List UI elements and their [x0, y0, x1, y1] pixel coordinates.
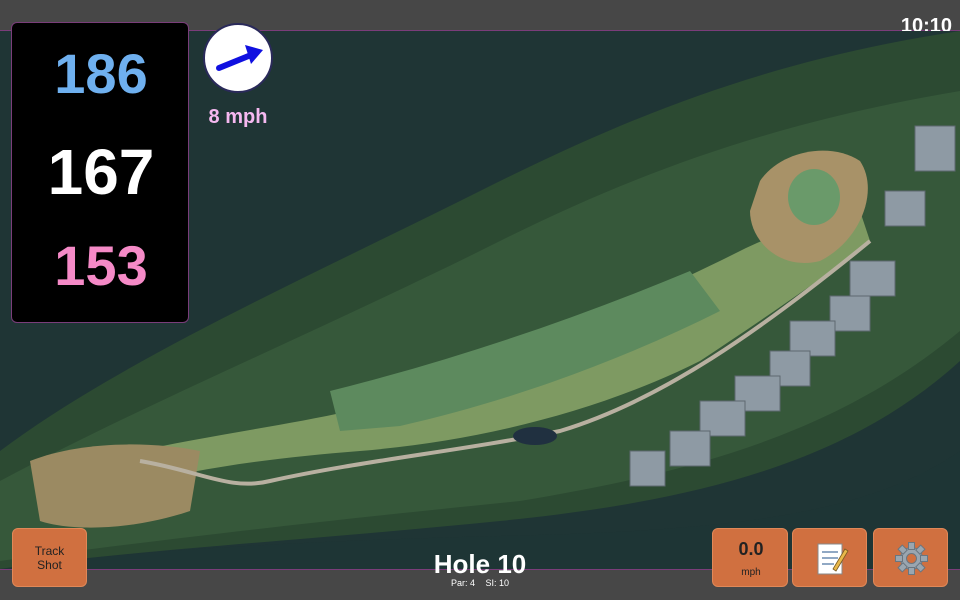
track-shot-label-line2: Shot: [37, 557, 62, 572]
track-shot-button[interactable]: Track Shot: [12, 528, 87, 587]
wind-direction-indicator: [203, 23, 273, 93]
back-distance: 186: [54, 42, 148, 105]
track-shot-label-line1: Track: [34, 543, 65, 558]
hole-title: Hole 10: [433, 549, 527, 579]
wind-speed: 8 mph: [208, 106, 268, 128]
speed-unit: mph: [741, 567, 761, 578]
hole-par: Par: 4: [450, 578, 475, 588]
notes-button[interactable]: [792, 528, 867, 587]
front-distance: 153: [54, 234, 148, 297]
distance-panel: 186 167 153: [11, 22, 189, 323]
hole-stroke-index: SI: 10: [485, 578, 510, 588]
settings-button[interactable]: [873, 528, 948, 587]
middle-distance: 167: [47, 136, 155, 208]
notepad-icon: [817, 543, 849, 575]
speed-button[interactable]: 0.0 mph: [712, 528, 788, 587]
hole-info: Par: 4 SI: 10: [380, 578, 580, 588]
speed-value: 0.0: [738, 539, 764, 559]
gear-icon: [895, 542, 928, 575]
wind-arrow-icon: [216, 45, 263, 71]
